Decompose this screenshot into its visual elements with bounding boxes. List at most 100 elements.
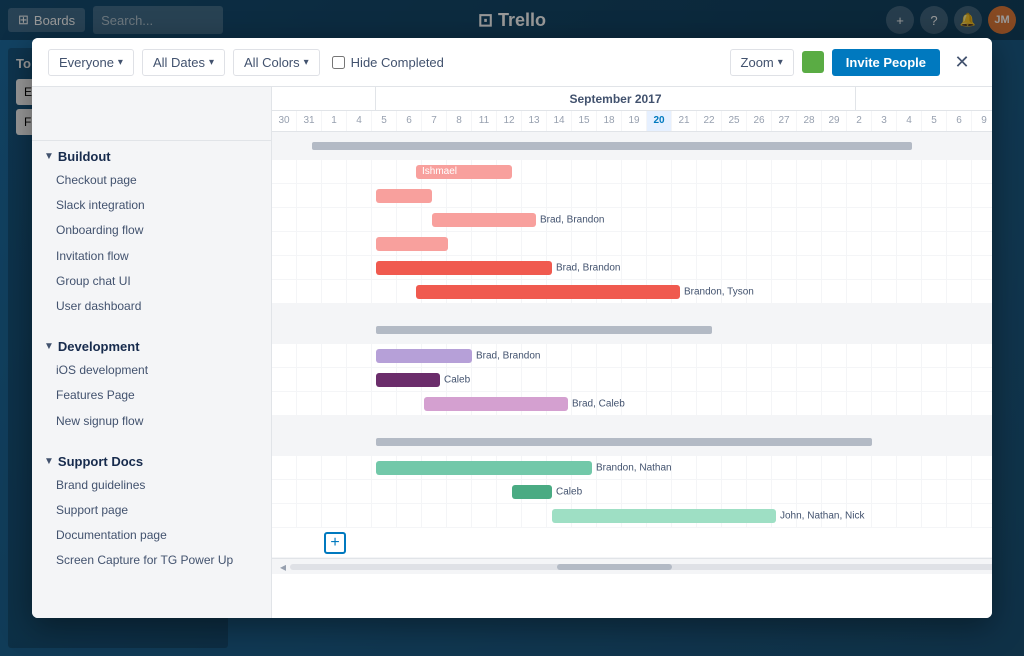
zoom-label: Zoom xyxy=(741,55,774,70)
task-item[interactable]: Screen Capture for TG Power Up xyxy=(32,548,271,573)
gantt-bar[interactable] xyxy=(376,189,432,203)
gantt-row: Brad, Brandon xyxy=(272,256,992,280)
gantt-row: + xyxy=(272,528,992,558)
gantt-row xyxy=(272,184,992,208)
group-header-buildout[interactable]: ▼ Buildout xyxy=(32,141,271,168)
day-cell: 20 xyxy=(647,111,672,131)
all-dates-filter[interactable]: All Dates ▾ xyxy=(142,49,225,76)
task-item[interactable]: Features Page xyxy=(32,383,271,408)
day-cell: 6 xyxy=(947,111,972,131)
task-item[interactable]: Brand guidelines xyxy=(32,473,271,498)
task-item[interactable]: Group chat UI xyxy=(32,269,271,294)
gantt-modal: Everyone ▾ All Dates ▾ All Colors ▾ Hide… xyxy=(32,38,992,618)
gantt-scrollbar[interactable]: ◂ ▸ xyxy=(272,558,992,574)
task-item[interactable]: Checkout page xyxy=(32,168,271,193)
modal-toolbar: Everyone ▾ All Dates ▾ All Colors ▾ Hide… xyxy=(32,38,992,87)
bar-outside-label: Brandon, Tyson xyxy=(684,286,754,297)
gantt-row xyxy=(272,304,992,316)
task-item[interactable]: User dashboard xyxy=(32,294,271,319)
day-cell: 19 xyxy=(622,111,647,131)
gantt-sidebar: ▼ Buildout Checkout page Slack integrati… xyxy=(32,87,272,618)
bar-outside-label: Brad, Brandon xyxy=(476,350,541,361)
everyone-label: Everyone xyxy=(59,55,114,70)
gantt-bar[interactable] xyxy=(376,349,472,363)
day-cell: 27 xyxy=(772,111,797,131)
gantt-bar[interactable] xyxy=(312,142,912,150)
month-september: September 2017 xyxy=(561,92,669,106)
gantt-bar[interactable] xyxy=(512,485,552,499)
gantt-bar[interactable] xyxy=(376,461,592,475)
day-cell: 7 xyxy=(422,111,447,131)
gantt-row: John, Nathan, Nick xyxy=(272,504,992,528)
day-cell: 12 xyxy=(497,111,522,131)
month-row: September 2017 xyxy=(272,87,992,111)
task-item[interactable]: New signup flow xyxy=(32,409,271,434)
scrollbar-thumb[interactable] xyxy=(557,564,672,570)
gantt-row xyxy=(272,132,992,160)
gantt-bar[interactable] xyxy=(376,237,448,251)
zoom-control[interactable]: Zoom ▾ xyxy=(730,49,794,76)
all-colors-label: All Colors xyxy=(244,55,300,70)
bar-inside-label: Ishmael xyxy=(422,166,457,177)
day-cell: 30 xyxy=(272,111,297,131)
close-button[interactable]: ✕ xyxy=(948,48,976,76)
all-colors-filter[interactable]: All Colors ▾ xyxy=(233,49,320,76)
gantt-bar[interactable] xyxy=(432,213,536,227)
day-cell: 1 xyxy=(322,111,347,131)
hide-completed-checkbox[interactable] xyxy=(332,56,345,69)
group-name: Development xyxy=(58,339,140,354)
bar-outside-label: Brandon, Nathan xyxy=(596,462,672,473)
invite-people-button[interactable]: Invite People xyxy=(832,49,940,76)
scrollbar-track[interactable] xyxy=(290,564,992,570)
gantt-row: Caleb xyxy=(272,368,992,392)
bar-outside-label: John, Nathan, Nick xyxy=(780,510,865,521)
group-header-development[interactable]: ▼ Development xyxy=(32,331,271,358)
task-item[interactable]: Slack integration xyxy=(32,193,271,218)
task-item[interactable]: Documentation page xyxy=(32,523,271,548)
gantt-row: Brandon, Nathan xyxy=(272,456,992,480)
grid-lines xyxy=(272,392,992,415)
gantt-bar[interactable] xyxy=(376,438,872,446)
gantt-bar[interactable] xyxy=(552,509,776,523)
gantt-row: Brad, Brandon xyxy=(272,344,992,368)
gantt-bar[interactable] xyxy=(376,326,712,334)
days-row: 3031145678111213141518192021222526272829… xyxy=(272,111,992,131)
day-cell: 28 xyxy=(797,111,822,131)
day-cell: 14 xyxy=(547,111,572,131)
day-cell: 26 xyxy=(747,111,772,131)
group-header-support[interactable]: ▼ Support Docs xyxy=(32,446,271,473)
group-name: Support Docs xyxy=(58,454,143,469)
day-cell: 6 xyxy=(397,111,422,131)
scroll-left-arrow[interactable]: ◂ xyxy=(276,560,290,574)
hide-completed-toggle[interactable]: Hide Completed xyxy=(332,55,444,70)
all-dates-label: All Dates xyxy=(153,55,205,70)
chevron-down-icon: ▾ xyxy=(778,57,783,68)
group-name: Buildout xyxy=(58,149,111,164)
day-cell: 11 xyxy=(472,111,497,131)
modal-overlay: Everyone ▾ All Dates ▾ All Colors ▾ Hide… xyxy=(0,0,1024,656)
day-cell: 5 xyxy=(922,111,947,131)
task-item[interactable]: Support page xyxy=(32,498,271,523)
gantt-bar[interactable] xyxy=(416,285,680,299)
bar-outside-label: Caleb xyxy=(444,374,470,385)
gantt-chart[interactable]: September 2017 3031145678111213141518192… xyxy=(272,87,992,618)
gantt-bar[interactable] xyxy=(376,373,440,387)
collapse-icon: ▼ xyxy=(44,341,54,352)
gantt-row: Caleb xyxy=(272,480,992,504)
day-cell: 22 xyxy=(697,111,722,131)
day-cell: 4 xyxy=(897,111,922,131)
task-item[interactable]: Onboarding flow xyxy=(32,218,271,243)
color-square[interactable] xyxy=(802,51,824,73)
modal-body: ▼ Buildout Checkout page Slack integrati… xyxy=(32,87,992,618)
everyone-filter[interactable]: Everyone ▾ xyxy=(48,49,134,76)
task-item[interactable]: iOS development xyxy=(32,358,271,383)
gantt-row: Brad, Caleb xyxy=(272,392,992,416)
day-cell: 3 xyxy=(872,111,897,131)
add-card-button[interactable]: + xyxy=(324,532,346,554)
hide-completed-label: Hide Completed xyxy=(351,55,444,70)
task-item[interactable]: Invitation flow xyxy=(32,244,271,269)
gantt-bar[interactable]: Ishmael xyxy=(416,165,512,179)
grid-lines xyxy=(272,480,992,503)
gantt-bar[interactable] xyxy=(376,261,552,275)
gantt-bar[interactable] xyxy=(424,397,568,411)
